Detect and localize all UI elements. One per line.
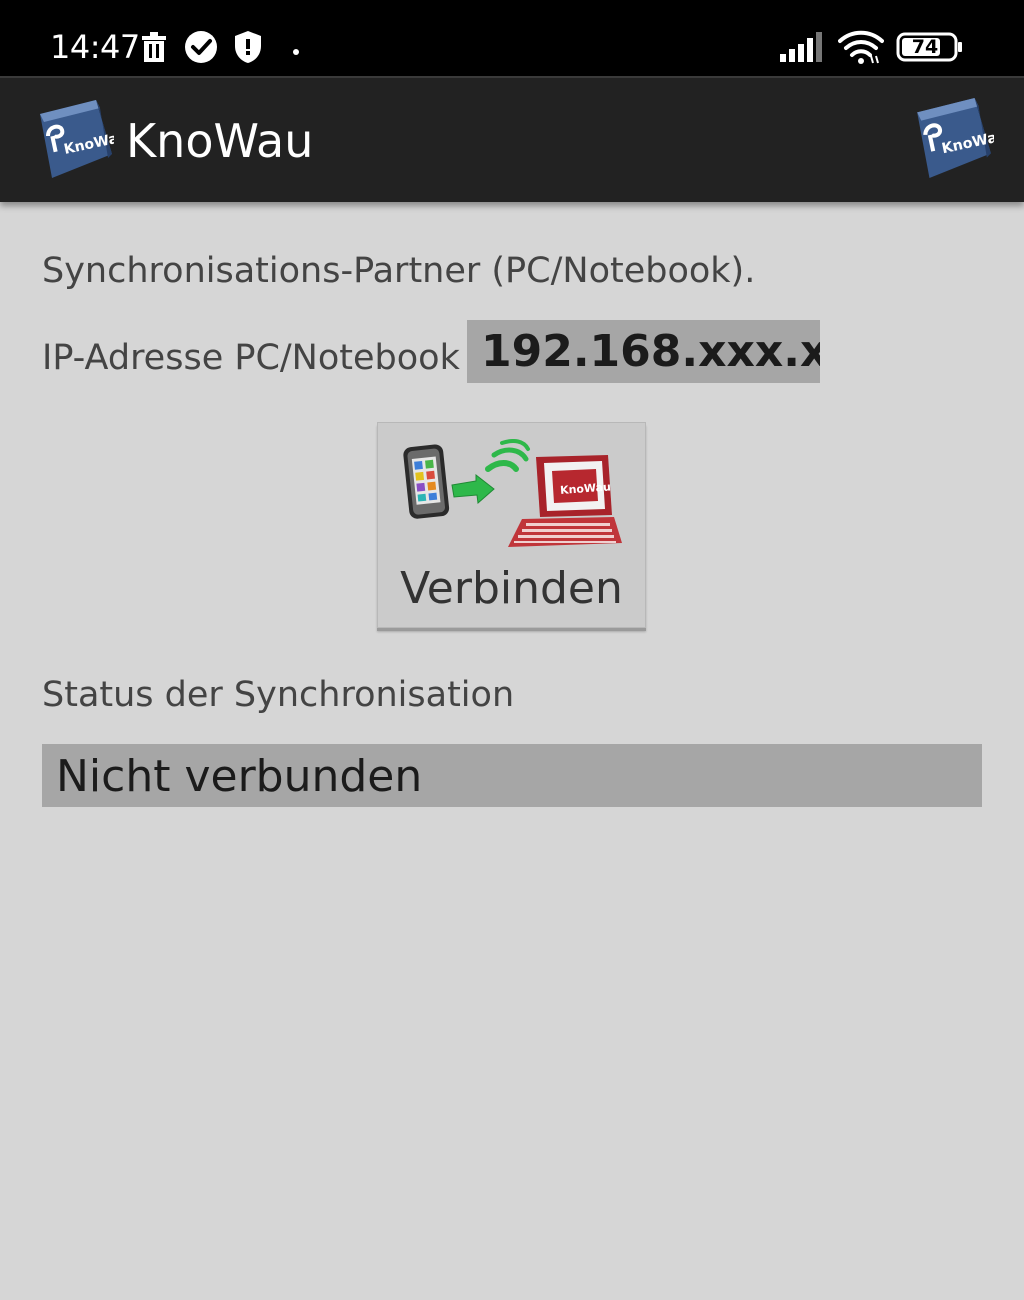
connect-button-label: Verbinden xyxy=(400,563,623,614)
sync-devices-icon: KnoWau xyxy=(403,439,622,547)
connect-button[interactable]: KnoWau Verbinden xyxy=(377,422,646,628)
ip-address-label: IP-Adresse PC/Notebook xyxy=(42,338,460,378)
check-circle-icon xyxy=(184,30,218,69)
status-time: 14:47 xyxy=(50,28,140,66)
wifi-icon xyxy=(838,30,884,69)
shield-icon xyxy=(234,30,262,69)
ip-address-input[interactable]: 192.168.xxx.xx xyxy=(467,320,820,383)
sync-status-field: Nicht verbunden xyxy=(42,744,982,807)
app-bar: KnoWau KnoWau KnoWau xyxy=(0,76,1024,202)
action-logo-icon[interactable]: KnoWau xyxy=(910,96,1009,178)
app-logo-icon: KnoWau xyxy=(34,98,129,178)
ip-address-value: 192.168.xxx.xx xyxy=(481,326,820,377)
battery-level: 74 xyxy=(911,36,939,58)
trash-icon xyxy=(140,32,168,67)
status-bar: 14:47 74 xyxy=(0,0,1024,76)
sync-status-value: Nicht verbunden xyxy=(56,751,423,802)
signal-icon xyxy=(780,32,828,67)
app-title: KnoWau xyxy=(126,114,314,168)
partner-label: Synchronisations-Partner (PC/Notebook). xyxy=(42,251,756,291)
sync-screen: Synchronisations-Partner (PC/Notebook). … xyxy=(0,200,1024,1300)
dot-icon xyxy=(292,43,300,61)
sync-status-label: Status der Synchronisation xyxy=(42,675,515,715)
